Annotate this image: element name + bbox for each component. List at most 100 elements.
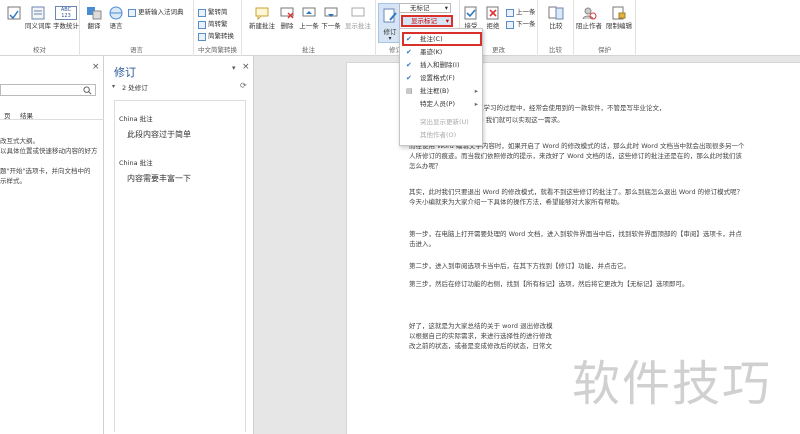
convert-icon (198, 32, 206, 41)
dropdown-chevron-icon: ▾ (445, 17, 449, 25)
show-comments-icon (351, 7, 365, 17)
revision-item-1-text[interactable]: 此段内容过于简单 (127, 129, 191, 140)
thesaurus-button[interactable]: 同义词库 (24, 6, 52, 30)
menu-item-label: 其他作者(O) (420, 131, 457, 139)
nav-text-line: 题"开始"选项卡，并向文档中的 (0, 167, 91, 175)
nav-text-line (0, 156, 100, 166)
previous-comment-icon (302, 7, 316, 17)
previous-change-icon (506, 8, 514, 17)
to-traditional-label: 简转繁 (208, 20, 228, 28)
chevron-down-icon: ▾ (388, 35, 392, 42)
restrict-editing-button[interactable]: 限制编辑 (604, 6, 634, 30)
menu-item-label: 插入和删除(I) (420, 61, 460, 69)
to-simplified-label: 繁转简 (208, 8, 228, 16)
navigation-pane: × 页 结果 改互式大纲。 以具体位置或快速移动内容的好方 题"开始"选项卡，并… (0, 56, 104, 434)
nav-tab-pages[interactable]: 页 (4, 110, 11, 120)
restrict-editing-label: 限制编辑 (606, 22, 632, 30)
close-nav-icon[interactable]: × (92, 62, 100, 72)
nav-tab-results[interactable]: 结果 (20, 110, 33, 120)
collapse-icon[interactable]: ▾ (112, 83, 115, 90)
next-change-button[interactable]: 下一条 (506, 20, 536, 29)
reject-button[interactable]: 拒绝 (482, 6, 504, 30)
revision-item-2-text[interactable]: 内容需要丰富一下 (127, 173, 191, 184)
menu-item-insert-delete[interactable]: ✔ 插入和删除(I) (400, 60, 482, 71)
group-chinese-conversion: 繁转简 简转繁 简繁转换 中文简繁转换 (194, 0, 242, 56)
traditional-icon (198, 20, 206, 29)
group-label-protect: 保护 (598, 46, 611, 54)
simplified-icon (198, 8, 206, 17)
reject-icon (486, 6, 499, 20)
doc-paragraph-5: 第三步，然后在修订功能的右侧，找到【所有标记】选项，然后将它更改为【无标记】选项… (409, 280, 689, 288)
book-icon (31, 6, 45, 20)
to-traditional-button[interactable]: 简转繁 (198, 20, 228, 29)
markup-view-select[interactable]: 无标记 ▾ (399, 3, 451, 13)
language-button[interactable]: 语言 (106, 6, 126, 30)
group-label-compare: 比较 (549, 46, 562, 54)
next-change-icon (506, 20, 514, 29)
compare-button[interactable]: 比较 (542, 6, 570, 30)
menu-item-label: 墨迹(K) (420, 48, 443, 56)
translate-button[interactable]: 翻译 (82, 6, 106, 30)
update-ime-button[interactable]: 更新输入法词典 (128, 8, 184, 17)
menu-item-specific-people[interactable]: 特定人员(P) ▸ (400, 99, 482, 110)
menu-item-balloons[interactable]: ▤ 批注框(B) ▸ (400, 86, 482, 97)
revisions-list: China 批注 此段内容过于简单 China 批注 内容需要丰富一下 (114, 100, 246, 432)
revisions-pane: 修订 ▾ × ▾ 2 处修订 ⟳ China 批注 此段内容过于简单 China… (104, 56, 254, 434)
menu-item-formatting[interactable]: ✔ 设置格式(F) (400, 73, 482, 84)
show-comments-button[interactable]: 显示批注 (342, 6, 374, 30)
refresh-icon[interactable]: ⟳ (240, 81, 247, 90)
watermark: 软件技巧 (572, 356, 773, 412)
pane-options-icon[interactable]: ▾ (232, 64, 236, 72)
new-comment-button[interactable]: 新建批注 (248, 6, 276, 30)
group-protect: 阻止作者 限制编辑 保护 (574, 0, 636, 56)
menu-item-ink[interactable]: ✔ 墨迹(K) (400, 47, 482, 58)
delete-comment-icon (280, 7, 294, 19)
search-icon (83, 86, 92, 95)
wordcount-label: 字数统计 (53, 22, 79, 30)
compare-label: 比较 (549, 22, 563, 30)
wordcount-button[interactable]: ABC 123 字数统计 (52, 6, 80, 30)
markup-view-value: 无标记 (410, 4, 430, 12)
menu-item-comments[interactable]: ✔ 批注(C) (400, 34, 482, 45)
menu-item-label: 设置格式(F) (420, 74, 455, 82)
submenu-arrow-icon: ▸ (474, 100, 478, 108)
next-comment-button[interactable]: 下一条 (320, 6, 342, 30)
prev-comment-button[interactable]: 上一条 (298, 6, 320, 30)
menu-item-label: 批注框(B) (420, 87, 450, 95)
update-ime-label: 更新输入法词典 (138, 8, 184, 16)
reject-label: 拒绝 (486, 22, 500, 30)
doc-paragraph-6a: 好了，这就是为大家总结的关于 word 退出修改模 (409, 322, 553, 330)
doc-paragraph-4: 第二步，进入到审阅选项卡当中后，在其下方找到【修订】功能，并点击它。 (409, 262, 630, 270)
show-markup-button[interactable]: 显示标记 ▾ (401, 15, 453, 27)
nav-text-line: 示样式。 (0, 177, 26, 185)
spelling-button[interactable] (2, 6, 26, 22)
to-simplified-button[interactable]: 繁转简 (198, 8, 228, 17)
doc-paragraph-intro-cont: rd 我们就可以实现这一需求。 (477, 116, 564, 124)
track-changes-button[interactable]: 修订 ▾ (378, 3, 400, 43)
group-proofing: 同义词库 ABC 123 字数统计 校对 (0, 0, 80, 56)
globe-icon (109, 6, 123, 20)
check-icon: ✔ (406, 61, 412, 69)
convert-button[interactable]: 简繁转换 (198, 32, 234, 41)
delete-label: 删除 (280, 22, 294, 30)
accept-button[interactable]: 接受 (460, 6, 482, 30)
dictionary-icon (128, 8, 136, 17)
delete-comment-button[interactable]: 删除 (276, 6, 298, 30)
doc-paragraph-3: 第一步，在电脑上打开需要处理的 Word 文档，进入到软件界面当中后，找到软件界… (409, 230, 742, 248)
close-pane-icon[interactable]: × (242, 62, 250, 72)
group-label-conversion: 中文简繁转换 (198, 46, 237, 54)
prev-change-button[interactable]: 上一条 (506, 8, 536, 17)
menu-item-other-authors: 其他作者(O) (400, 130, 482, 141)
doc-paragraph-2: 其实，此时我们只要退出 Word 的修改模式，就看不到这些修订的批注了。那么到底… (409, 188, 744, 206)
group-comments: 新建批注 删除 上一条 下一条 显示批注 批注 (242, 0, 376, 56)
doc-paragraph-intro: 或学习的过程中，经常会使用到的一款软件，不管是写毕业论文， (477, 104, 666, 112)
accept-icon (464, 6, 477, 20)
check-icon: ✔ (406, 48, 412, 56)
translate-icon (87, 7, 102, 20)
language-label: 语言 (109, 22, 123, 30)
submenu-arrow-icon: ▸ (474, 87, 478, 95)
nav-tabs: 页 结果 (0, 108, 104, 120)
search-input[interactable] (0, 84, 96, 96)
block-authors-button[interactable]: 阻止作者 (574, 6, 604, 30)
nav-text-line: 改互式大纲。 (0, 137, 39, 145)
